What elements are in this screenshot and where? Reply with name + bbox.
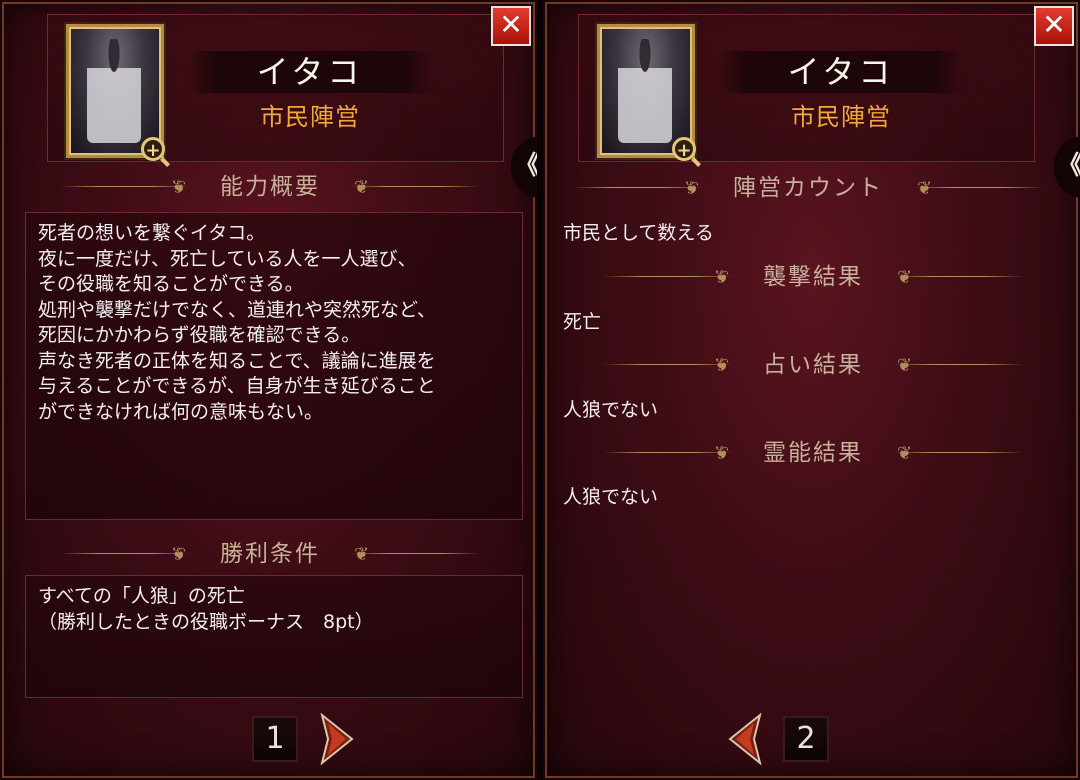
- ornament-left: [60, 185, 190, 189]
- portrait-figure: [87, 39, 141, 143]
- side-collapse-tab[interactable]: 《: [1054, 136, 1080, 198]
- role-info-panel-page-2: + イタコ 市民陣営 ✕ 《 陣営カウント 市民として数える 襲撃結果 死亡 占…: [543, 0, 1080, 780]
- faction-count-title-label: 陣営カウント: [733, 175, 883, 201]
- faction-count-value: 市民として数える: [563, 222, 714, 244]
- victory-condition-box: すべての「人狼」の死亡 （勝利したときの役職ボーナス 8pt）: [25, 575, 523, 698]
- medium-section-title: 霊能結果: [603, 438, 1023, 469]
- ability-line: 処刑や襲撃だけでなく、道連れや突然死など、: [38, 298, 437, 321]
- page-number: 1: [252, 716, 298, 762]
- ornament-right: [893, 263, 1023, 293]
- close-button[interactable]: ✕: [491, 6, 531, 46]
- zoom-in-icon[interactable]: +: [672, 137, 696, 161]
- ability-section-title: 能力概要: [60, 172, 480, 203]
- ornament-right: [350, 173, 480, 203]
- ability-line: 死者の想いを繋ぐイタコ。: [38, 222, 266, 244]
- role-info-panel-page-1: + イタコ 市民陣営 ✕ 《 能力概要 死者の想いを繋ぐイタコ。 夜に一度だけ、…: [0, 0, 537, 780]
- divination-value: 人狼でない: [563, 399, 659, 421]
- attack-section-title: 襲撃結果: [603, 262, 1023, 293]
- divination-title-label: 占い結果: [763, 352, 863, 378]
- ability-line: 死因にかかわらず役職を確認できる。: [38, 324, 361, 346]
- role-faction: 市民陣営: [791, 103, 891, 131]
- ornament-right: [350, 540, 480, 570]
- ornament-left: [603, 363, 733, 367]
- victory-line: （勝利したときの役職ボーナス 8pt）: [38, 610, 374, 633]
- victory-section-title: 勝利条件: [60, 539, 480, 570]
- ornament-left: [573, 186, 703, 190]
- ability-line: その役職を知ることができる。: [38, 273, 304, 295]
- next-page-arrow-icon[interactable]: [318, 712, 356, 766]
- ornament-right: [893, 351, 1023, 381]
- ability-description-box: 死者の想いを繋ぐイタコ。 夜に一度だけ、死亡している人を一人選び、 その役職を知…: [25, 212, 523, 520]
- ornament-right: [913, 174, 1043, 204]
- ability-title-label: 能力概要: [220, 174, 320, 200]
- role-faction: 市民陣営: [260, 103, 360, 131]
- prev-page-arrow-icon[interactable]: [726, 712, 764, 766]
- divination-section-title: 占い結果: [603, 350, 1023, 381]
- ability-line: 夜に一度だけ、死亡している人を一人選び、: [38, 247, 417, 270]
- close-button[interactable]: ✕: [1034, 6, 1074, 46]
- role-name: イタコ: [719, 51, 963, 93]
- ability-line: 声なき死者の正体を知ることで、議論に進展を: [38, 349, 436, 372]
- victory-title-label: 勝利条件: [220, 541, 320, 567]
- page-number: 2: [783, 716, 829, 762]
- ability-line: 与えることができるが、自身が生き延びること: [38, 375, 436, 397]
- role-portrait[interactable]: +: [597, 24, 696, 161]
- ornament-right: [893, 439, 1023, 469]
- role-portrait[interactable]: +: [66, 24, 165, 161]
- ornament-left: [60, 552, 190, 556]
- medium-value: 人狼でない: [563, 486, 659, 508]
- portrait-figure: [618, 39, 672, 143]
- role-name: イタコ: [188, 51, 432, 93]
- side-collapse-tab[interactable]: 《: [511, 136, 537, 198]
- victory-line: すべての「人狼」の死亡: [38, 585, 245, 607]
- ornament-left: [603, 275, 733, 279]
- medium-title-label: 霊能結果: [763, 440, 863, 466]
- ornament-left: [603, 451, 733, 455]
- ability-line: ができなければ何の意味もない。: [38, 400, 324, 423]
- zoom-in-icon[interactable]: +: [141, 137, 165, 161]
- attack-title-label: 襲撃結果: [763, 264, 863, 290]
- faction-count-section-title: 陣営カウント: [573, 173, 1043, 204]
- attack-value: 死亡: [563, 311, 602, 333]
